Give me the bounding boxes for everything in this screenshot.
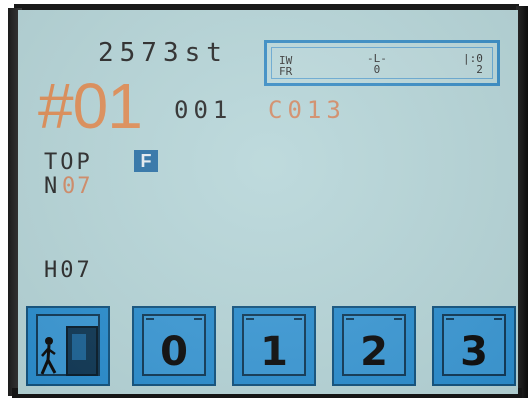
h-value: H07 <box>44 258 93 283</box>
softkey-corner-mark <box>294 318 302 320</box>
code-value: C013 <box>268 96 346 124</box>
stitch-count: 2573st <box>98 38 228 68</box>
softkey-corner-mark <box>494 318 502 320</box>
n-value-prefix: N <box>44 174 58 199</box>
softkey-0-label: 0 <box>160 329 188 375</box>
mode-badge[interactable]: F <box>134 150 158 172</box>
softkey-1[interactable]: 1 <box>232 306 316 386</box>
softkey-3-label: 3 <box>460 329 488 375</box>
person-icon <box>40 337 57 375</box>
softkey-corner-mark <box>394 318 402 320</box>
n-value-digits: 07 <box>62 174 93 199</box>
softkey-0[interactable]: 0 <box>132 306 216 386</box>
softkey-corner-mark <box>346 318 354 320</box>
softkey-corner-mark <box>446 318 454 320</box>
status-glyph-left: IW FR <box>279 54 293 78</box>
softkey-1-label: 1 <box>260 329 288 375</box>
status-panel[interactable]: IW FR -L- 0 |:0 2 <box>264 40 500 86</box>
lcd-screen: 2573st IW FR -L- 0 |:0 2 #01 001 C013 TO… <box>18 10 518 394</box>
status-glyph-right: |:0 2 <box>463 52 483 76</box>
program-number: 001 <box>174 96 233 124</box>
top-label: TOP <box>44 150 93 175</box>
softkey-2[interactable]: 2 <box>332 306 416 386</box>
softkey-3[interactable]: 3 <box>432 306 516 386</box>
door-panel <box>72 334 86 360</box>
softkey-corner-mark <box>146 318 154 320</box>
device-bezel: 2573st IW FR -L- 0 |:0 2 #01 001 C013 TO… <box>0 0 528 401</box>
pattern-number: #01 <box>38 70 143 142</box>
status-glyph-middle: -L- 0 <box>367 52 387 76</box>
softkey-2-label: 2 <box>360 329 388 375</box>
softkey-corner-mark <box>194 318 202 320</box>
softkey-corner-mark <box>246 318 254 320</box>
exit-softkey[interactable] <box>26 306 110 386</box>
